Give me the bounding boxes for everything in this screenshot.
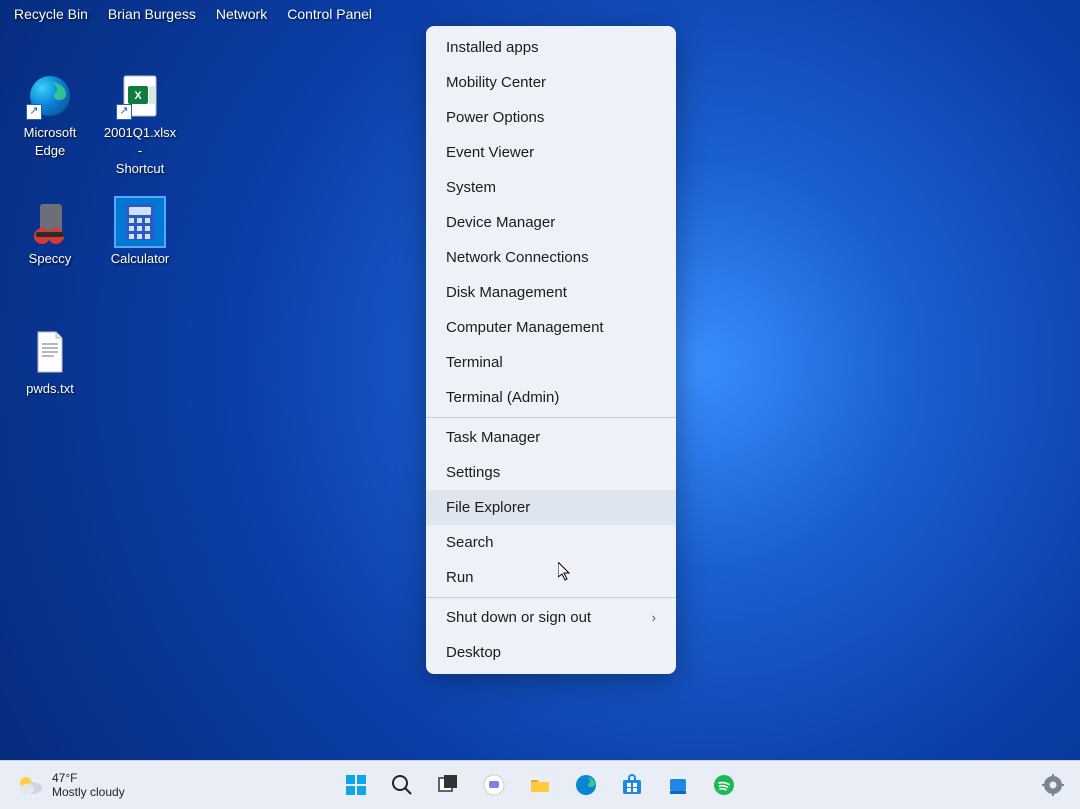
taskbar-microsoft-store-button[interactable] <box>611 764 653 806</box>
menu-item-terminal[interactable]: Terminal <box>426 345 676 380</box>
edge-icon: ↗ <box>26 72 74 120</box>
taskbar-chat-button[interactable] <box>473 764 515 806</box>
chat-icon <box>482 773 506 797</box>
desktop-label-brian-burgess[interactable]: Brian Burgess <box>108 6 196 22</box>
calculator-icon <box>116 198 164 246</box>
svg-text:X: X <box>134 90 142 102</box>
taskbar-settings-button[interactable] <box>1032 764 1074 806</box>
menu-item-network-connections[interactable]: Network Connections <box>426 240 676 275</box>
store-icon <box>620 773 644 797</box>
menu-item-settings[interactable]: Settings <box>426 455 676 490</box>
desktop-label-recycle-bin[interactable]: Recycle Bin <box>14 6 88 22</box>
menu-item-terminal-admin[interactable]: Terminal (Admin) <box>426 380 676 415</box>
menu-item-mobility-center[interactable]: Mobility Center <box>426 65 676 100</box>
menu-item-file-explorer[interactable]: File Explorer <box>426 490 676 525</box>
desktop-icon-microsoft-edge[interactable]: ↗ Microsoft Edge <box>10 72 90 160</box>
menu-item-run[interactable]: Run <box>426 560 676 595</box>
menu-item-disk-management[interactable]: Disk Management <box>426 275 676 310</box>
menu-item-system[interactable]: System <box>426 170 676 205</box>
taskbar-widgets-button[interactable] <box>657 764 699 806</box>
menu-separator <box>426 597 676 598</box>
search-icon <box>390 773 414 797</box>
menu-item-task-manager[interactable]: Task Manager <box>426 420 676 455</box>
desktop-icon-label: 2001Q1.xlsx - Shortcut <box>100 124 180 178</box>
taskbar-edge-button[interactable] <box>565 764 607 806</box>
menu-item-computer-management[interactable]: Computer Management <box>426 310 676 345</box>
menu-item-device-manager[interactable]: Device Manager <box>426 205 676 240</box>
taskbar-spotify-button[interactable] <box>703 764 745 806</box>
windows-logo-icon <box>344 773 368 797</box>
menu-item-event-viewer[interactable]: Event Viewer <box>426 135 676 170</box>
desktop-icon-xlsx-shortcut[interactable]: X ↗ 2001Q1.xlsx - Shortcut <box>100 72 180 178</box>
winx-context-menu: Installed apps Mobility Center Power Opt… <box>426 26 676 674</box>
taskbar-center-icons <box>335 761 745 809</box>
taskbar: 47°F Mostly cloudy <box>0 760 1080 809</box>
menu-separator <box>426 417 676 418</box>
desktop-icon-label: Microsoft Edge <box>10 124 90 160</box>
spotify-icon <box>712 773 736 797</box>
text-file-icon <box>26 328 74 376</box>
desktop-icon-label: Speccy <box>10 250 90 268</box>
speccy-icon <box>26 198 74 246</box>
desktop-top-row-labels: Recycle Bin Brian Burgess Network Contro… <box>14 6 372 22</box>
desktop-icon-label: pwds.txt <box>10 380 90 398</box>
taskbar-weather-widget[interactable]: 47°F Mostly cloudy <box>0 761 125 809</box>
desktop-background[interactable]: Recycle Bin Brian Burgess Network Contro… <box>0 0 1080 809</box>
menu-item-search[interactable]: Search <box>426 525 676 560</box>
shortcut-arrow-icon: ↗ <box>26 104 42 120</box>
weather-icon <box>16 771 44 799</box>
menu-item-shut-down-sign-out[interactable]: Shut down or sign out › <box>426 600 676 635</box>
menu-item-power-options[interactable]: Power Options <box>426 100 676 135</box>
desktop-label-control-panel[interactable]: Control Panel <box>287 6 372 22</box>
taskbar-search-button[interactable] <box>381 764 423 806</box>
desktop-icon-calculator[interactable]: Calculator <box>100 198 180 268</box>
shortcut-arrow-icon: ↗ <box>116 104 132 120</box>
desktop-icon-pwds-txt[interactable]: pwds.txt <box>10 328 90 398</box>
widgets-icon <box>666 773 690 797</box>
desktop-label-network[interactable]: Network <box>216 6 267 22</box>
desktop-icon-speccy[interactable]: Speccy <box>10 198 90 268</box>
chevron-right-icon: › <box>652 610 656 625</box>
start-button[interactable] <box>335 764 377 806</box>
excel-file-icon: X ↗ <box>116 72 164 120</box>
task-view-icon <box>436 773 460 797</box>
folder-icon <box>528 773 552 797</box>
gear-icon <box>1041 773 1065 797</box>
taskbar-task-view-button[interactable] <box>427 764 469 806</box>
taskbar-right-icons <box>1032 761 1080 809</box>
desktop-icon-label: Calculator <box>100 250 180 268</box>
edge-icon <box>574 773 598 797</box>
menu-item-desktop[interactable]: Desktop <box>426 635 676 670</box>
menu-item-installed-apps[interactable]: Installed apps <box>426 30 676 65</box>
taskbar-file-explorer-button[interactable] <box>519 764 561 806</box>
weather-text: 47°F Mostly cloudy <box>52 771 125 799</box>
